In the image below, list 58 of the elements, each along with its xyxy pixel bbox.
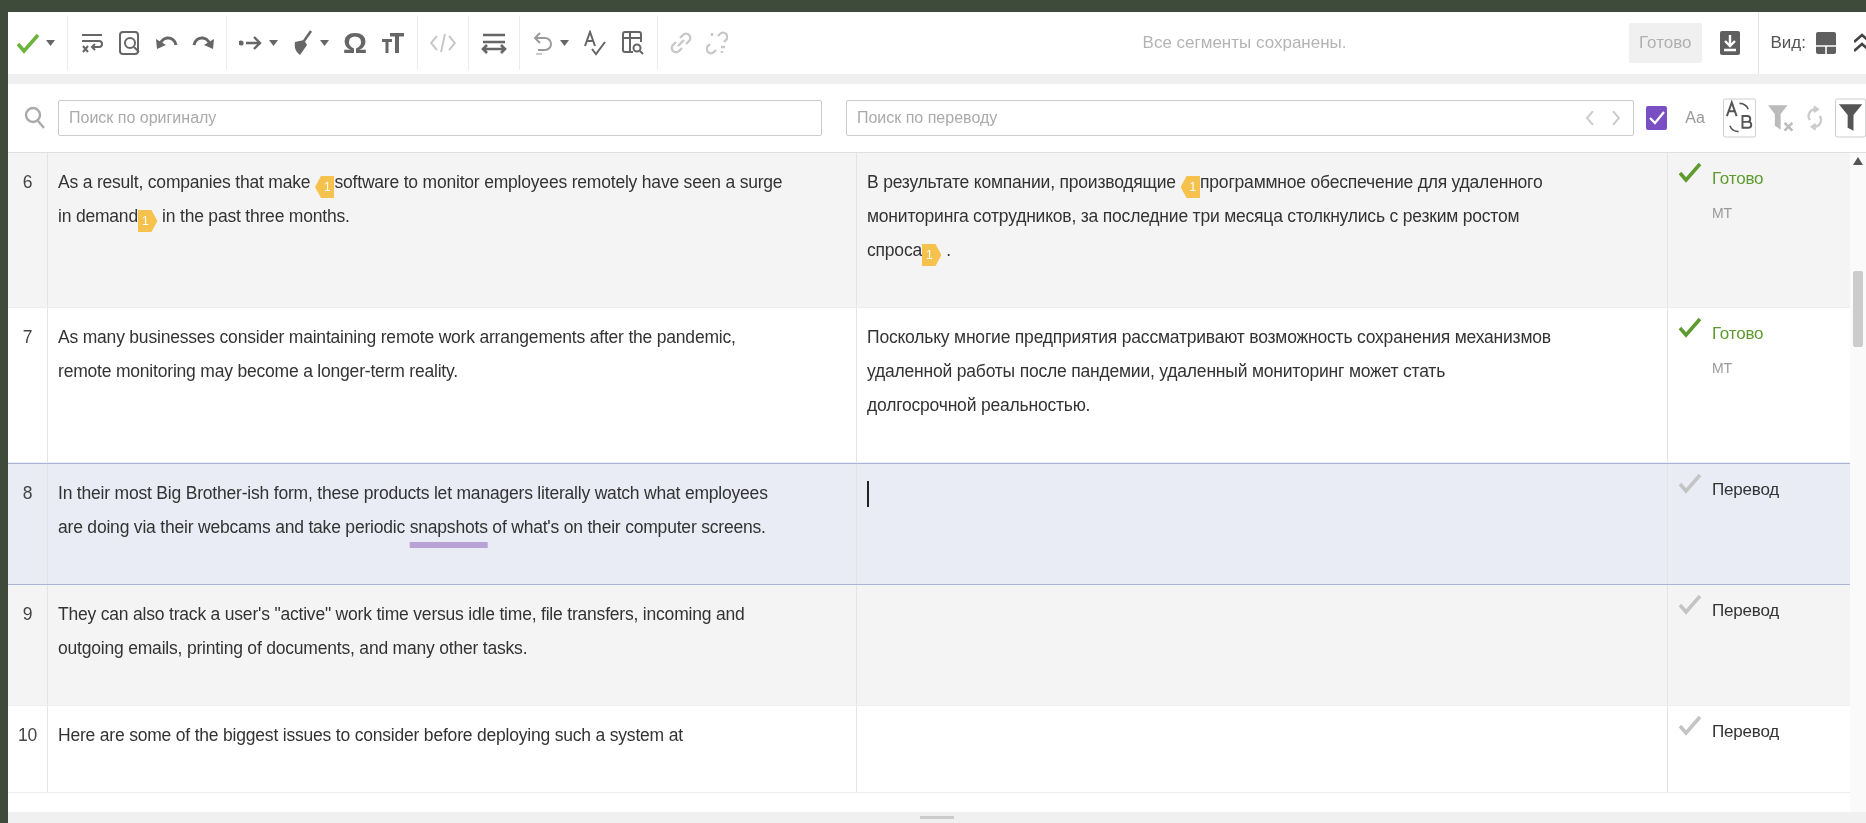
segment-row[interactable] — [8, 308, 1850, 463]
layout-icon[interactable] — [1816, 32, 1836, 54]
find-replace-icon[interactable] — [118, 30, 142, 56]
dotted-arrow-icon[interactable] — [239, 35, 263, 51]
spellcheck-icon[interactable] — [583, 30, 608, 56]
tag-marker[interactable]: 1 — [315, 176, 335, 198]
undo-history-icon[interactable] — [532, 30, 555, 56]
status-label: Готово — [1712, 169, 1764, 188]
caret-icon[interactable] — [269, 40, 278, 46]
save-status: Все сегменты сохранены. — [1141, 33, 1348, 53]
segment-number: 7 — [22, 327, 33, 347]
segment-row[interactable]: 9 They can also track a user's "active" work time versus idle time, file transfers, incoming and outgoing emails, printing of documents, and many other tasks. Перевод — [8, 585, 1850, 706]
wrap-text-icon[interactable] — [80, 31, 104, 55]
origin-label: MT — [1712, 204, 1733, 223]
text-cursor — [867, 481, 869, 508]
status-label: Перевод — [1712, 722, 1780, 741]
checkmark-icon[interactable] — [16, 32, 40, 54]
match-case-label[interactable]: Aa — [1685, 109, 1705, 127]
redo-icon[interactable] — [192, 35, 214, 51]
brush-icon[interactable] — [292, 30, 314, 56]
tag-marker[interactable]: 1 — [137, 210, 158, 232]
segment-row[interactable]: 10 Here are some of the biggest issues to consider before deploying such a system at Перевод — [8, 706, 1850, 793]
tag-marker[interactable]: 1 — [1180, 176, 1201, 198]
segment-text: Поскольку многие предприятия рассматривают возможность сохранения механизмов удаленной работы после пандемии, удаленный мониторинг может стать долгосрочной реальностью. — [867, 327, 1551, 415]
segment-text: They can also track a user's "active" work time versus idle time, file transfers, incoming and outgoing emails, printing of documents, and many other tasks. — [58, 604, 745, 658]
segment-row[interactable] — [8, 153, 1850, 308]
tag-marker[interactable]: 1 — [922, 244, 942, 266]
segment-row[interactable]: 8 In their most Big Brother-ish form, these products let managers literally watch what employees are doing via their webcams and take periodic snapshots of what's on their computer screens. Перевод — [8, 463, 1850, 585]
scrollbar-thumb[interactable] — [1853, 271, 1863, 347]
double-chevron-up-icon[interactable] — [1854, 32, 1866, 54]
segment-text: In their most Big Brother-ish form, these products let managers literally watch what employees are doing via their webcams and take periodic snapshots of what's on their computer screens. — [58, 483, 768, 537]
caret-icon[interactable] — [46, 40, 55, 46]
undo-icon[interactable] — [156, 35, 178, 51]
view-label: Вид: — [1770, 33, 1806, 53]
segment-number: 6 — [22, 172, 33, 192]
swap-ab-icon[interactable] — [1722, 98, 1756, 138]
status-label: Перевод — [1712, 601, 1780, 620]
segment-number: 9 — [22, 604, 33, 624]
table-search-icon[interactable] — [621, 30, 646, 56]
resize-handle[interactable] — [920, 816, 954, 819]
status-label: Готово — [1712, 324, 1764, 343]
swap-lines-icon[interactable] — [481, 32, 508, 54]
status-label: Перевод — [1712, 480, 1780, 499]
text-size-icon[interactable] — [381, 32, 406, 54]
segment-number: 10 — [17, 725, 38, 745]
caret-icon[interactable] — [320, 40, 329, 46]
source-search-field[interactable]: Поиск по оригиналу — [58, 100, 822, 136]
origin-label: MT — [1712, 359, 1733, 378]
omega-button[interactable]: Ω — [343, 28, 368, 58]
segment-text: Here are some of the biggest issues to consider before deploying such a system at — [58, 725, 683, 745]
caret-icon[interactable] — [560, 40, 570, 46]
segment-number: 8 — [22, 483, 33, 503]
download-icon[interactable] — [1719, 31, 1740, 55]
term-highlight[interactable]: snapshots — [409, 517, 488, 537]
checkbox[interactable] — [1645, 106, 1668, 130]
scroll-up-icon[interactable] — [1853, 157, 1863, 165]
segment-text: As many businesses consider maintaining remote work arrangements after the pandemic, remote monitoring may become a longer-term reality. — [58, 327, 736, 381]
filter-icon[interactable] — [1834, 98, 1866, 138]
